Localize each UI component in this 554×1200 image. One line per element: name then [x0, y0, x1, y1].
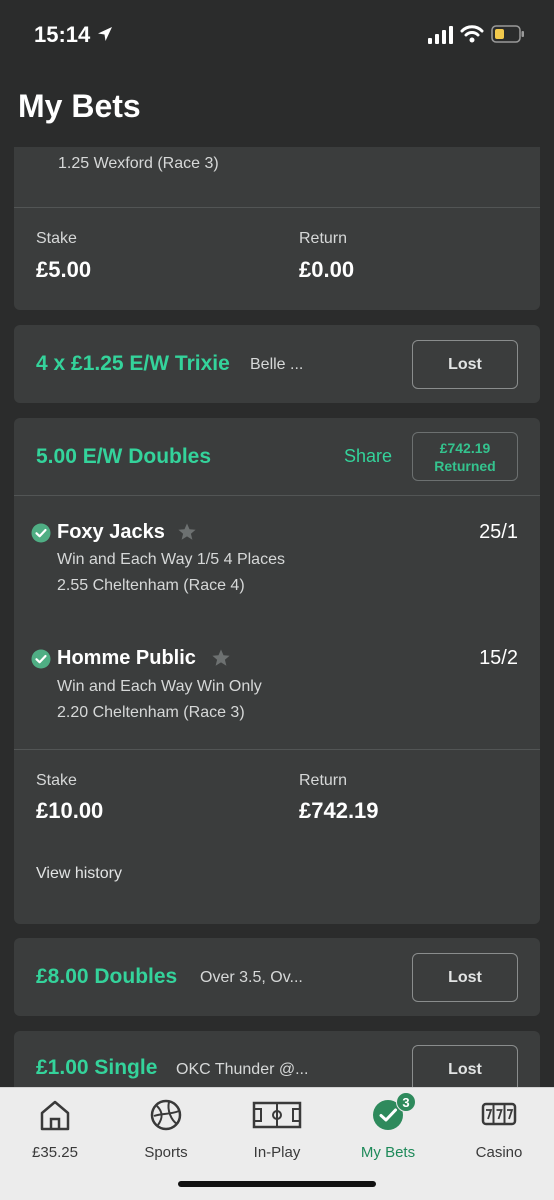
nav-label: Sports [144, 1144, 188, 1161]
nav-item-sports[interactable]: Sports [111, 1098, 221, 1161]
nav-item-my-bets[interactable]: 3 My Bets [333, 1092, 443, 1161]
return-value: £742.19 [299, 798, 379, 823]
lost-status-button[interactable]: Lost [412, 1045, 518, 1087]
bet-title: £1.00 Single [36, 1056, 158, 1079]
won-check-icon [31, 649, 51, 669]
bet-card-single[interactable]: £1.00 Single OKC Thunder @... Lost [14, 1031, 540, 1087]
divider [14, 207, 540, 208]
selection-event: 2.55 Cheltenham (Race 4) [57, 577, 245, 594]
nav-label: My Bets [360, 1144, 416, 1161]
selection-event: 2.20 Cheltenham (Race 3) [57, 704, 245, 721]
selection-name: Foxy Jacks [57, 521, 165, 543]
bet-title: £8.00 Doubles [36, 965, 178, 988]
wifi-icon [460, 25, 484, 43]
star-icon[interactable] [211, 648, 231, 668]
stake-value: £10.00 [36, 798, 104, 823]
selection-market: Win and Each Way 1/5 4 Places [57, 551, 285, 568]
nav-item-in-play[interactable]: In-Play [222, 1098, 332, 1161]
bet-card-trixie[interactable]: 4 x £1.25 E/W Trixie Belle ... Lost [14, 325, 540, 403]
bottom-nav: £35.25 Sports In-Play 3 My Bets Casino [0, 1087, 554, 1200]
bet-card-settled: 1.25 Wexford (Race 3) Stake £5.00 Return… [14, 147, 540, 310]
bet-card-doubles: 5.00 E/W Doubles Share £742.19 Returned … [14, 418, 540, 924]
stake-label: Stake [36, 772, 77, 789]
return-value: £0.00 [299, 257, 355, 282]
bet-title: 5.00 E/W Doubles [36, 445, 212, 468]
nav-label: £35.25 [32, 1144, 78, 1161]
notification-badge: 3 [396, 1092, 416, 1112]
home-indicator[interactable] [178, 1181, 376, 1187]
returned-status-button[interactable]: £742.19 Returned [412, 432, 518, 481]
slots-icon [481, 1102, 517, 1126]
status-time: 15:14 [34, 22, 91, 47]
stake-label: Stake [36, 230, 77, 247]
returned-label: Returned [434, 457, 496, 474]
return-label: Return [299, 230, 348, 247]
bet-subtitle: Belle ... [250, 356, 304, 373]
status-bar: 15:14 [0, 0, 554, 70]
returned-amount: £742.19 [439, 439, 491, 456]
bet-subtitle: OKC Thunder @... [176, 1061, 309, 1078]
view-history-link[interactable]: View history [36, 865, 122, 883]
nav-item-balance[interactable]: £35.25 [0, 1098, 110, 1161]
location-arrow-icon [98, 27, 112, 41]
share-link[interactable]: Share [344, 446, 392, 467]
selection-odds: 25/1 [479, 521, 518, 543]
bets-list[interactable]: 1.25 Wexford (Race 3) Stake £5.00 Return… [0, 147, 554, 1087]
star-icon[interactable] [177, 522, 197, 542]
selection-event: 1.25 Wexford (Race 3) [58, 155, 219, 172]
divider [14, 495, 540, 496]
nav-item-casino[interactable]: Casino [444, 1098, 554, 1161]
selection-market: Win and Each Way Win Only [57, 678, 262, 695]
bet-title: 4 x £1.25 E/W Trixie [36, 352, 230, 375]
won-check-icon [31, 523, 51, 543]
selection-name: Homme Public [57, 647, 196, 669]
bet-subtitle: Over 3.5, Ov... [200, 969, 303, 986]
nav-label: Casino [475, 1144, 523, 1161]
lost-status-button[interactable]: Lost [412, 953, 518, 1002]
bet-card-doubles-lost[interactable]: £8.00 Doubles Over 3.5, Ov... Lost [14, 938, 540, 1016]
page-title: My Bets [18, 88, 141, 124]
cellular-signal-icon [428, 26, 453, 44]
selection-odds: 15/2 [479, 647, 518, 669]
divider [14, 749, 540, 750]
home-icon [40, 1100, 70, 1131]
nav-label: In-Play [253, 1144, 301, 1161]
lost-status-button[interactable]: Lost [412, 340, 518, 389]
pitch-icon [252, 1101, 302, 1129]
battery-icon [491, 25, 524, 43]
stake-value: £5.00 [36, 257, 92, 282]
return-label: Return [299, 772, 348, 789]
football-icon [150, 1099, 182, 1131]
